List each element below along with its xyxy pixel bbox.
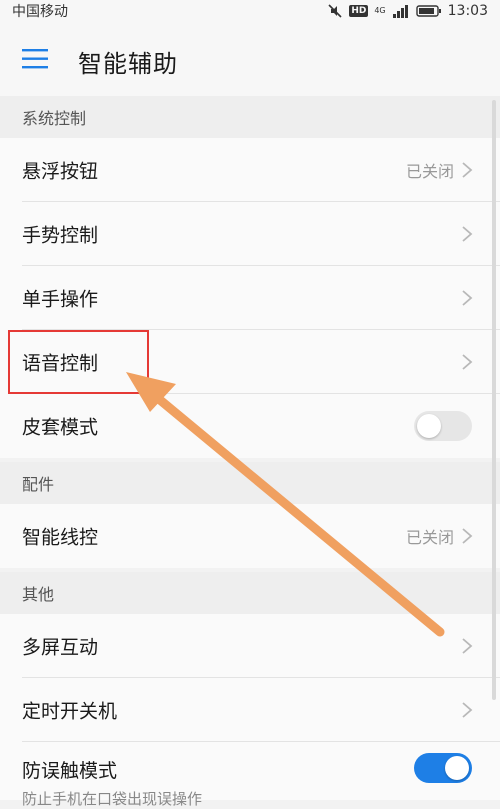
status-icons: HD 4G 13:03 xyxy=(327,3,488,19)
signal-icon xyxy=(392,5,408,18)
network-type: 4G xyxy=(374,6,386,15)
toggle-knob xyxy=(445,756,469,780)
mute-icon xyxy=(328,4,342,18)
row-label: 防误触模式 xyxy=(22,760,118,782)
section-header-accessories: 配件 xyxy=(0,462,500,504)
row-label: 智能线控 xyxy=(22,526,99,549)
pocket-mode-toggle[interactable] xyxy=(414,753,472,783)
chevron-right-icon xyxy=(462,226,473,242)
page-title: 智能辅助 xyxy=(78,50,178,78)
cover-mode-toggle[interactable] xyxy=(414,411,472,441)
row-label: 悬浮按钮 xyxy=(22,160,99,183)
row-label: 语音控制 xyxy=(22,352,99,375)
carrier-name: 中国移动 xyxy=(12,4,68,20)
pocket-mode-row: 防误触模式 防止手机在口袋出现误操作 xyxy=(0,742,500,808)
chevron-right-icon xyxy=(462,528,473,544)
gesture-control-row[interactable]: 手势控制 xyxy=(0,202,500,266)
voice-control-row[interactable]: 语音控制 xyxy=(0,330,500,394)
chevron-right-icon xyxy=(462,162,473,178)
row-status: 已关闭 xyxy=(405,162,454,181)
row-label: 多屏互动 xyxy=(22,636,99,659)
floating-button-row[interactable]: 悬浮按钮 已关闭 xyxy=(0,138,500,202)
toggle-knob xyxy=(417,414,441,438)
app-toolbar: 智能辅助 xyxy=(0,22,500,96)
chevron-right-icon xyxy=(462,702,473,718)
chevron-right-icon xyxy=(462,354,473,370)
clock: 13:03 xyxy=(447,3,488,19)
battery-icon xyxy=(415,5,441,17)
chevron-right-icon xyxy=(462,638,473,654)
chevron-right-icon xyxy=(462,290,473,306)
scrollbar[interactable] xyxy=(492,100,496,700)
multi-screen-row[interactable]: 多屏互动 xyxy=(0,614,500,678)
scheduled-power-row[interactable]: 定时开关机 xyxy=(0,678,500,742)
section-header-other: 其他 xyxy=(0,572,500,614)
row-status: 已关闭 xyxy=(405,528,454,547)
row-subtitle: 防止手机在口袋出现误操作 xyxy=(22,790,203,808)
row-label: 单手操作 xyxy=(22,288,99,311)
status-bar: 中国移动 HD 4G 13:03 xyxy=(0,0,500,22)
section-header-system: 系统控制 xyxy=(0,96,500,138)
cover-mode-row: 皮套模式 xyxy=(0,394,500,458)
hd-badge: HD xyxy=(349,5,369,17)
one-hand-mode-row[interactable]: 单手操作 xyxy=(0,266,500,330)
row-label: 定时开关机 xyxy=(22,700,118,723)
row-label: 皮套模式 xyxy=(22,416,99,439)
row-label: 手势控制 xyxy=(22,224,99,247)
hamburger-menu-icon[interactable] xyxy=(22,48,52,70)
smart-wire-control-row[interactable]: 智能线控 已关闭 xyxy=(0,504,500,568)
